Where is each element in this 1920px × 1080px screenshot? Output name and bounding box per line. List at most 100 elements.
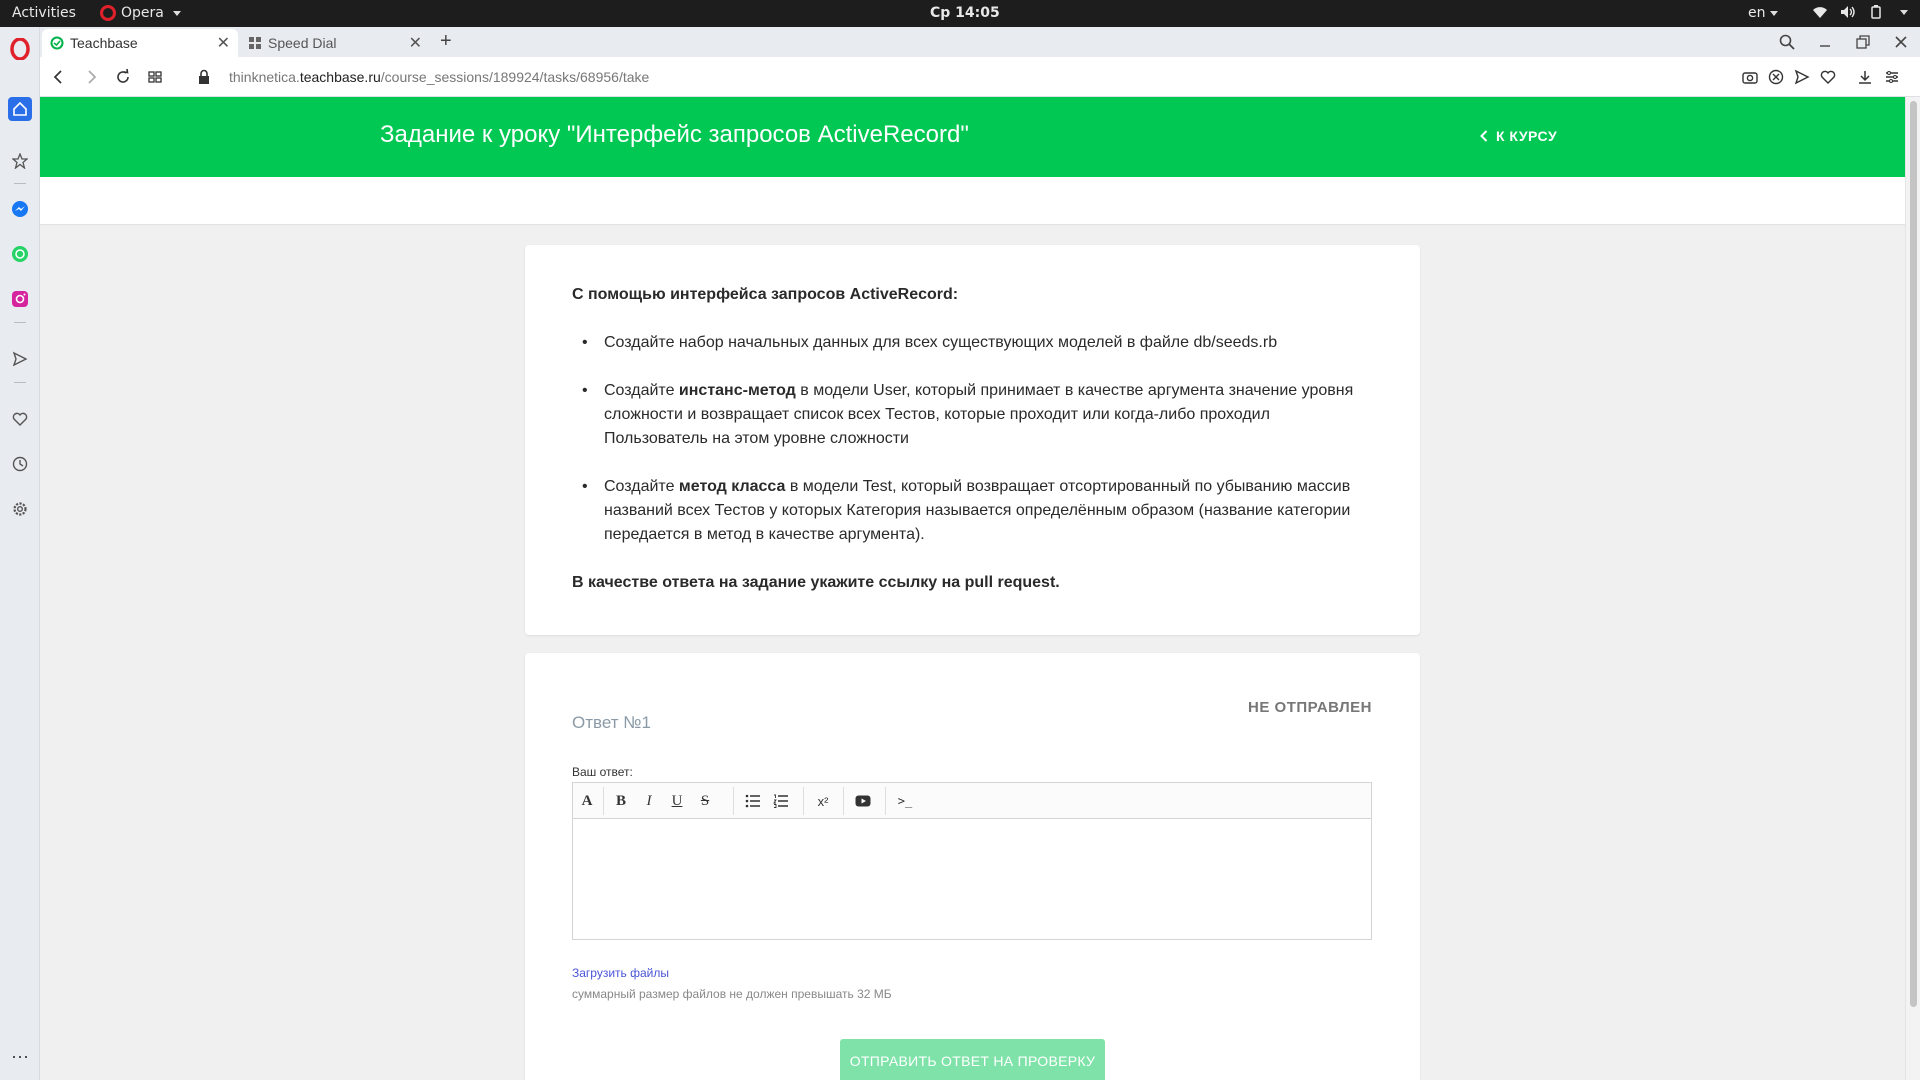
page-scrollbar[interactable] <box>1905 97 1920 1080</box>
system-menu[interactable] <box>1812 5 1908 19</box>
rich-text-editor: A B I U S x² >_ <box>572 782 1372 940</box>
bookmarks-icon[interactable] <box>8 149 32 173</box>
send-to-flow-icon[interactable] <box>1793 68 1811 86</box>
back-to-course-label: К КУРСУ <box>1496 128 1558 144</box>
web-page: Задание к уроку "Интерфейс запросов Acti… <box>40 97 1905 1080</box>
chevron-down-icon <box>1900 9 1908 15</box>
toolbar-divider <box>803 787 804 815</box>
code-block-button[interactable]: >_ <box>893 789 917 813</box>
page-title: Задание к уроку "Интерфейс запросов Acti… <box>380 121 969 148</box>
app-menu[interactable]: Opera <box>100 5 181 21</box>
language-selector[interactable]: en <box>1748 5 1778 21</box>
scrollbar-thumb[interactable] <box>1910 101 1917 1007</box>
upload-size-note: суммарный размер файлов не должен превыш… <box>572 987 892 1001</box>
bullet-list-icon <box>745 794 760 808</box>
adblock-icon[interactable] <box>1767 68 1785 86</box>
snapshot-camera-icon[interactable] <box>1741 68 1759 86</box>
italic-button[interactable]: I <box>637 789 661 813</box>
instagram-icon[interactable] <box>8 287 32 311</box>
clock[interactable]: Ср 14:05 <box>930 5 1000 21</box>
browser-sidebar: ⋯ <box>0 27 40 1080</box>
whatsapp-icon[interactable] <box>8 242 32 266</box>
url-prefix: thinknetica. <box>229 69 300 85</box>
task-content: С помощью интерфейса запросов ActiveReco… <box>572 283 1372 595</box>
task-item-text: Создайте <box>604 478 679 495</box>
history-icon[interactable] <box>8 452 32 476</box>
status-badge: НЕ ОТПРАВЛЕН <box>1248 699 1372 716</box>
answer-card: Ответ №1 НЕ ОТПРАВЛЕН Ваш ответ: A B I U… <box>525 653 1420 1080</box>
toolbar-divider <box>603 787 604 815</box>
task-item-emphasis: метод класса <box>678 478 786 495</box>
chevron-down-icon <box>1769 10 1778 16</box>
language-label: en <box>1748 5 1766 21</box>
upload-files-link[interactable]: Загрузить файлы <box>572 966 669 980</box>
font-button[interactable]: A <box>575 789 599 813</box>
bookmark-heart-icon[interactable] <box>1819 68 1837 86</box>
answer-text-area[interactable] <box>573 819 1371 939</box>
tab-speed-dial[interactable]: Speed Dial ✕ <box>240 29 430 57</box>
restore-window-icon[interactable] <box>1854 33 1872 51</box>
underline-button[interactable]: U <box>665 789 689 813</box>
messenger-icon[interactable] <box>8 197 32 221</box>
page-header: Задание к уроку "Интерфейс запросов Acti… <box>40 97 1905 177</box>
task-item: Создайте набор начальных данных для всех… <box>572 331 1372 355</box>
tab-title: Speed Dial <box>268 35 337 51</box>
numbered-list-icon <box>773 794 788 808</box>
close-tab-icon[interactable]: ✕ <box>217 33 230 53</box>
task-item-emphasis: инстанс-метод <box>678 382 796 399</box>
tab-title: Teachbase <box>70 35 138 51</box>
address-bar: thinknetica.teachbase.ru/course_sessions… <box>40 57 1920 97</box>
teachbase-favicon-icon <box>50 36 64 50</box>
tab-strip: Teachbase ✕ Speed Dial ✕ + <box>40 27 1920 57</box>
battery-icon <box>1871 5 1881 19</box>
task-item: Создайте инстанс-метод в модели User, ко… <box>572 379 1372 451</box>
answer-title: Ответ №1 <box>572 713 651 732</box>
reload-icon[interactable] <box>114 68 132 86</box>
downloads-icon[interactable] <box>1856 68 1874 86</box>
tab-teachbase[interactable]: Teachbase ✕ <box>42 29 238 57</box>
bold-button[interactable]: B <box>609 789 633 813</box>
opera-logo-icon <box>100 5 116 21</box>
opera-menu-icon[interactable] <box>8 37 32 61</box>
lock-icon[interactable] <box>195 68 213 86</box>
task-lead: С помощью интерфейса запросов ActiveReco… <box>572 286 959 303</box>
task-list: Создайте набор начальных данных для всех… <box>572 331 1372 547</box>
settings-gear-icon[interactable] <box>8 497 32 521</box>
more-icon[interactable]: ⋯ <box>8 1045 32 1069</box>
sidebar-divider <box>14 382 26 383</box>
system-top-bar: Activities Opera Ср 14:05 en <box>0 0 1920 27</box>
video-embed-button[interactable] <box>851 789 875 813</box>
back-to-course-link[interactable]: К КУРСУ <box>1480 128 1557 144</box>
close-tab-icon[interactable]: ✕ <box>409 33 422 53</box>
speed-dial-icon <box>249 37 261 49</box>
heart-icon[interactable] <box>8 407 32 431</box>
url-field[interactable]: thinknetica.teachbase.ru/course_sessions… <box>229 69 649 85</box>
close-window-icon[interactable] <box>1892 33 1910 51</box>
chevron-down-icon <box>172 10 181 16</box>
editor-toolbar: A B I U S x² >_ <box>573 783 1371 819</box>
minimize-window-icon[interactable] <box>1816 33 1834 51</box>
task-item-text: Создайте <box>604 382 679 399</box>
bullet-list-button[interactable] <box>741 789 765 813</box>
forward-icon[interactable] <box>82 68 100 86</box>
numbered-list-button[interactable] <box>769 789 793 813</box>
task-item: Создайте метод класса в модели Test, кот… <box>572 475 1372 547</box>
submit-answer-button[interactable]: ОТПРАВИТЬ ОТВЕТ НА ПРОВЕРКУ <box>840 1039 1105 1080</box>
toolbar-divider <box>733 787 734 815</box>
strikethrough-button[interactable]: S <box>693 789 717 813</box>
superscript-button[interactable]: x² <box>811 789 835 813</box>
app-menu-label: Opera <box>121 5 164 21</box>
home-icon[interactable] <box>8 97 32 121</box>
new-tab-plus-icon[interactable]: + <box>440 30 452 53</box>
chevron-left-icon <box>1480 130 1488 142</box>
tabs-grid-icon[interactable] <box>146 68 164 86</box>
sidebar-divider <box>14 183 26 184</box>
back-icon[interactable] <box>50 68 68 86</box>
send-icon[interactable] <box>8 347 32 371</box>
wifi-icon <box>1813 7 1827 18</box>
volume-icon <box>1841 6 1855 18</box>
sidebar-divider <box>14 322 26 323</box>
easy-setup-menu-icon[interactable] <box>1883 68 1901 86</box>
search-tabs-icon[interactable] <box>1778 33 1796 51</box>
activities-button[interactable]: Activities <box>12 5 76 21</box>
